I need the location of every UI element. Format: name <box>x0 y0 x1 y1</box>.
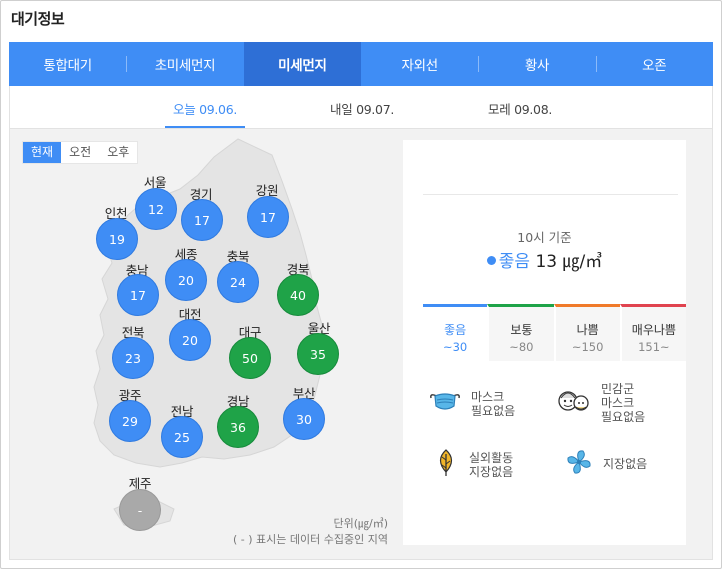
time-btn-morning[interactable]: 오전 <box>61 142 99 163</box>
advice-sensitive-text: 민감군 마스크 필요없음 <box>601 382 645 424</box>
date-tab-tomorrow[interactable]: 내일 09.07. <box>330 99 394 118</box>
sensitive-group-icon <box>557 386 591 420</box>
grade-legend: 좋음 ~30 보통 ~80 나쁨 ~150 매우나쁨 151~ <box>423 304 686 361</box>
advice-ventilation: 지장없음 <box>565 448 647 480</box>
category-tabs: 통합대기 초미세먼지 미세먼지 자외선 황사 오존 <box>9 42 713 86</box>
advice-line: 지장없음 <box>469 465 514 479</box>
tab-fine-dust[interactable]: 미세먼지 <box>243 42 361 86</box>
grade-range: ~150 <box>571 340 604 354</box>
current-grade: 좋음 <box>498 252 531 272</box>
advice-ventilation-text: 지장없음 <box>603 457 647 471</box>
tab-ozone[interactable]: 오존 <box>595 42 713 86</box>
region-bubble-gangwon[interactable]: 17 <box>247 196 289 238</box>
grade-name: 나쁨 <box>576 323 599 337</box>
region-bubble-gwangju[interactable]: 29 <box>109 400 151 442</box>
date-tab-day-after[interactable]: 모레 09.08. <box>488 99 552 118</box>
region-bubble-incheon[interactable]: 19 <box>96 218 138 260</box>
current-reading: 좋음 13 ㎍/㎥ <box>403 247 686 272</box>
region-bubble-seoul[interactable]: 12 <box>135 188 177 230</box>
time-btn-afternoon[interactable]: 오후 <box>99 142 137 163</box>
region-bubble-ulsan[interactable]: 35 <box>297 333 339 375</box>
advice-line: 실외활동 <box>469 451 514 465</box>
grade-name: 좋음 <box>444 323 467 337</box>
grade-cell-normal[interactable]: 보통 ~80 <box>487 304 554 361</box>
region-bubble-jeonbuk[interactable]: 23 <box>112 337 154 379</box>
panel-divider <box>423 194 678 195</box>
region-bubble-gyeonggi[interactable]: 17 <box>181 199 223 241</box>
region-bubble-jeju[interactable]: - <box>119 489 161 531</box>
tab-uv[interactable]: 자외선 <box>361 42 478 86</box>
fan-icon <box>565 448 593 480</box>
leaf-icon <box>433 448 459 482</box>
widget-title: 대기정보 <box>11 10 65 28</box>
mask-icon <box>429 390 461 418</box>
advice-sensitive-group: 민감군 마스크 필요없음 <box>557 382 645 424</box>
advice-line: 지장없음 <box>603 457 648 471</box>
date-tabs: 오늘 09.06. 내일 09.07. 모레 09.08. <box>9 86 713 129</box>
advice-outdoor: 실외활동 지장없음 <box>433 448 513 482</box>
tab-yellow-dust[interactable]: 황사 <box>478 42 595 86</box>
advice-mask: 마스크 필요없음 <box>429 390 515 418</box>
grade-range: 151~ <box>638 340 670 354</box>
region-bubble-gyeongnam[interactable]: 36 <box>217 406 259 448</box>
region-bubble-busan[interactable]: 30 <box>283 398 325 440</box>
grade-cell-bad[interactable]: 나쁨 ~150 <box>553 304 620 361</box>
grade-name: 매우나쁨 <box>631 323 676 337</box>
tab-integrated-air[interactable]: 통합대기 <box>9 42 126 86</box>
advice-line: 마스크 <box>601 396 635 410</box>
region-bubble-sejong[interactable]: 20 <box>165 259 207 301</box>
time-btn-now[interactable]: 현재 <box>23 142 62 163</box>
grade-cell-very-bad[interactable]: 매우나쁨 151~ <box>619 304 686 361</box>
advice-mask-text: 마스크 필요없음 <box>471 390 515 418</box>
summary-panel: 10시 기준 좋음 13 ㎍/㎥ 좋음 ~30 보통 ~80 나쁨 ~150 매… <box>403 140 686 545</box>
region-bubble-chungbuk[interactable]: 24 <box>217 261 259 303</box>
current-value: 13 ㎍/㎥ <box>535 252 603 272</box>
advice-line: 필요없음 <box>601 410 646 424</box>
missing-data-note: ( - ) 표시는 데이터 수집중인 지역 <box>233 533 388 546</box>
advice-outdoor-text: 실외활동 지장없음 <box>469 451 513 479</box>
content-area: 현재 오전 오후 서울 12 경기 17 강원 17 인천 19 세종 20 충… <box>9 129 713 560</box>
advice-line: 민감군 <box>601 382 635 396</box>
region-bubble-daegu[interactable]: 50 <box>229 337 271 379</box>
grade-range: ~30 <box>442 340 468 354</box>
date-tab-today[interactable]: 오늘 09.06. <box>164 99 246 128</box>
grade-dot-icon <box>486 255 496 265</box>
region-bubble-gyeongbuk[interactable]: 40 <box>277 274 319 316</box>
advice-line: 필요없음 <box>471 404 516 418</box>
advice-line: 마스크 <box>471 390 505 404</box>
region-bubble-daejeon[interactable]: 20 <box>169 319 211 361</box>
grade-range: ~80 <box>509 340 534 354</box>
region-bubble-jeonnam[interactable]: 25 <box>161 416 203 458</box>
time-toggle: 현재 오전 오후 <box>22 141 139 164</box>
grade-cell-good[interactable]: 좋음 ~30 <box>423 304 488 361</box>
region-bubble-chungnam[interactable]: 17 <box>117 274 159 316</box>
base-time: 10시 기준 <box>517 230 572 245</box>
tab-ultrafine-dust[interactable]: 초미세먼지 <box>126 42 243 86</box>
grade-name: 보통 <box>510 323 533 337</box>
unit-note: 단위(㎍/㎥) <box>333 517 388 530</box>
